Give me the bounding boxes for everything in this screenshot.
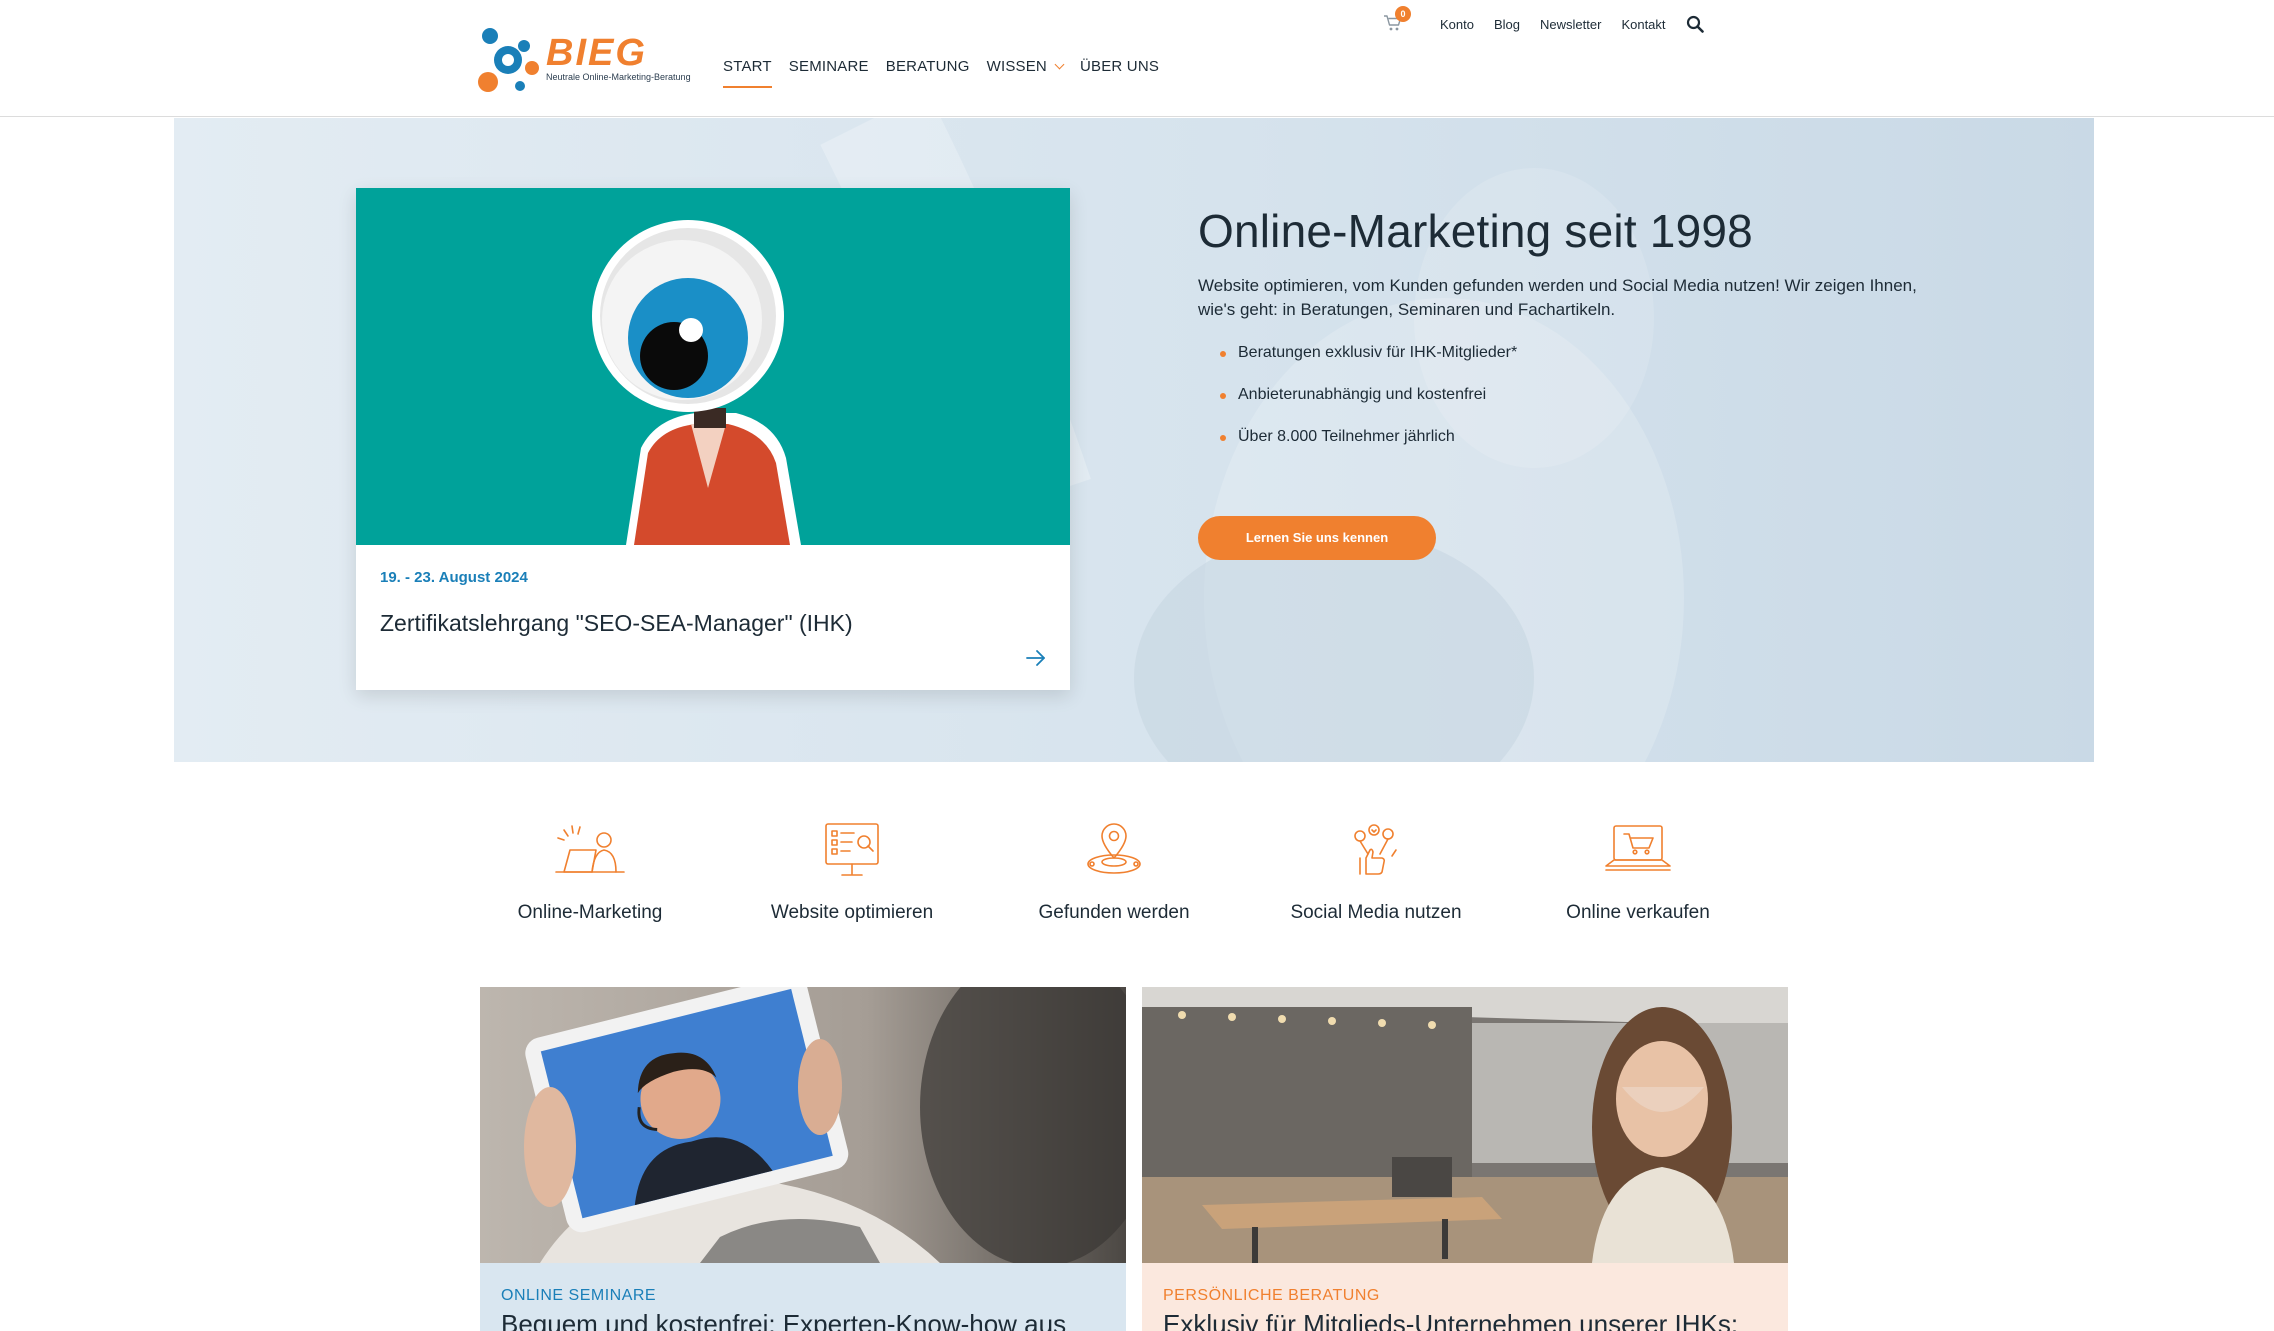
laptop-cart-icon	[1605, 825, 1671, 871]
main-nav: START SEMINARE BERATUNG WISSEN ÜBER UNS	[723, 58, 1176, 88]
topic-website-optimieren[interactable]: Website optimieren	[742, 820, 962, 924]
tile-heading: Bequem und kostenfrei: Experten-Know-how…	[501, 1309, 1067, 1331]
tile-kicker: ONLINE SEMINARE	[501, 1287, 657, 1304]
social-likes-icon	[1354, 824, 1397, 875]
tile-heading: Exklusiv für Mitglieds-Unternehmen unser…	[1163, 1309, 1739, 1331]
bieg-logo[interactable]: BIEG Neutrale Online-Marketing-Beratung	[478, 26, 691, 96]
arrow-right-icon[interactable]	[1024, 646, 1048, 670]
topic-online-verkaufen[interactable]: Online verkaufen	[1528, 820, 1748, 924]
topic-gefunden-werden[interactable]: Gefunden werden	[1004, 820, 1224, 924]
tile-body: PERSÖNLICHE BERATUNG Exklusiv für Mitgli…	[1142, 1263, 1788, 1331]
consultant-office-image	[1142, 987, 1788, 1263]
search-icon[interactable]	[1686, 15, 1704, 33]
tile-body: ONLINE SEMINARE Bequem und kostenfrei: E…	[480, 1263, 1126, 1331]
benefit-item: Anbieterunabhängig und kostenfrei	[1198, 386, 1918, 404]
nav-start[interactable]: START	[723, 58, 772, 88]
tile-online-seminare[interactable]: ONLINE SEMINARE Bequem und kostenfrei: E…	[480, 987, 1126, 1331]
nav-beratung[interactable]: BERATUNG	[886, 58, 970, 75]
link-konto[interactable]: Konto	[1440, 17, 1474, 32]
tile-persoenliche-beratung[interactable]: PERSÖNLICHE BERATUNG Exklusiv für Mitgli…	[1142, 987, 1788, 1331]
eyeball-person-image	[356, 188, 1070, 545]
nav-ueber-uns[interactable]: ÜBER UNS	[1080, 58, 1159, 75]
topics-row: Online-Marketing Website optimieren Gefu…	[480, 820, 1830, 940]
nav-wissen-label: WISSEN	[986, 58, 1047, 75]
cart-count-badge: 0	[1395, 6, 1411, 22]
tablet-photo	[480, 987, 1126, 1263]
learn-more-button[interactable]: Lernen Sie uns kennen	[1198, 516, 1436, 560]
topic-label: Website optimieren	[770, 902, 934, 923]
office-photo	[1142, 987, 1788, 1263]
hero-section: 19. - 23. August 2024 Zertifikatslehrgan…	[174, 118, 2094, 762]
seminar-title: Zertifikatslehrgang "SEO-SEA-Manager" (I…	[380, 610, 853, 636]
link-blog[interactable]: Blog	[1494, 17, 1520, 32]
topic-online-marketing[interactable]: Online-Marketing	[480, 820, 700, 924]
topic-label: Online verkaufen	[1566, 902, 1710, 923]
cart-button[interactable]: 0	[1383, 6, 1411, 34]
link-kontakt[interactable]: Kontakt	[1621, 17, 1665, 32]
topic-label: Social Media nutzen	[1290, 902, 1462, 923]
hero-benefits-list: Beratungen exklusiv für IHK-Mitglieder* …	[1198, 344, 1918, 446]
chevron-down-icon	[1054, 59, 1065, 70]
topic-label: Gefunden werden	[1038, 902, 1190, 923]
nav-seminare[interactable]: SEMINARE	[789, 58, 869, 75]
topic-label: Online-Marketing	[517, 902, 663, 923]
nav-wissen[interactable]: WISSEN	[986, 58, 1065, 75]
monitor-checklist-icon	[825, 823, 879, 876]
hero-title: Online-Marketing seit 1998	[1198, 205, 1753, 257]
tablet-video-image	[480, 987, 1126, 1263]
map-pin-icon	[1087, 823, 1141, 874]
logo-wordmark: BIEG	[546, 32, 647, 74]
featured-seminar-card[interactable]: 19. - 23. August 2024 Zertifikatslehrgan…	[356, 188, 1070, 690]
site-header: BIEG Neutrale Online-Marketing-Beratung …	[0, 0, 2274, 117]
hero-lead: Website optimieren, vom Kunden gefunden …	[1198, 276, 1917, 319]
laptop-person-icon	[555, 825, 625, 873]
seminar-date: 19. - 23. August 2024	[380, 569, 528, 586]
topic-social-media-nutzen[interactable]: Social Media nutzen	[1266, 820, 1486, 924]
utility-nav: 0 Konto Blog Newsletter Kontakt	[1383, 6, 1704, 34]
link-newsletter[interactable]: Newsletter	[1540, 17, 1601, 32]
logo-subtitle: Neutrale Online-Marketing-Beratung	[546, 72, 691, 82]
tile-kicker: PERSÖNLICHE BERATUNG	[1163, 1287, 1380, 1304]
logo-mark-icon	[478, 28, 539, 92]
benefit-item: Über 8.000 Teilnehmer jährlich	[1198, 428, 1918, 446]
eyeball-illustration	[356, 188, 1070, 545]
hero-text: Online-Marketing seit 1998 Website optim…	[1198, 204, 1918, 470]
benefit-item: Beratungen exklusiv für IHK-Mitglieder*	[1198, 344, 1918, 362]
